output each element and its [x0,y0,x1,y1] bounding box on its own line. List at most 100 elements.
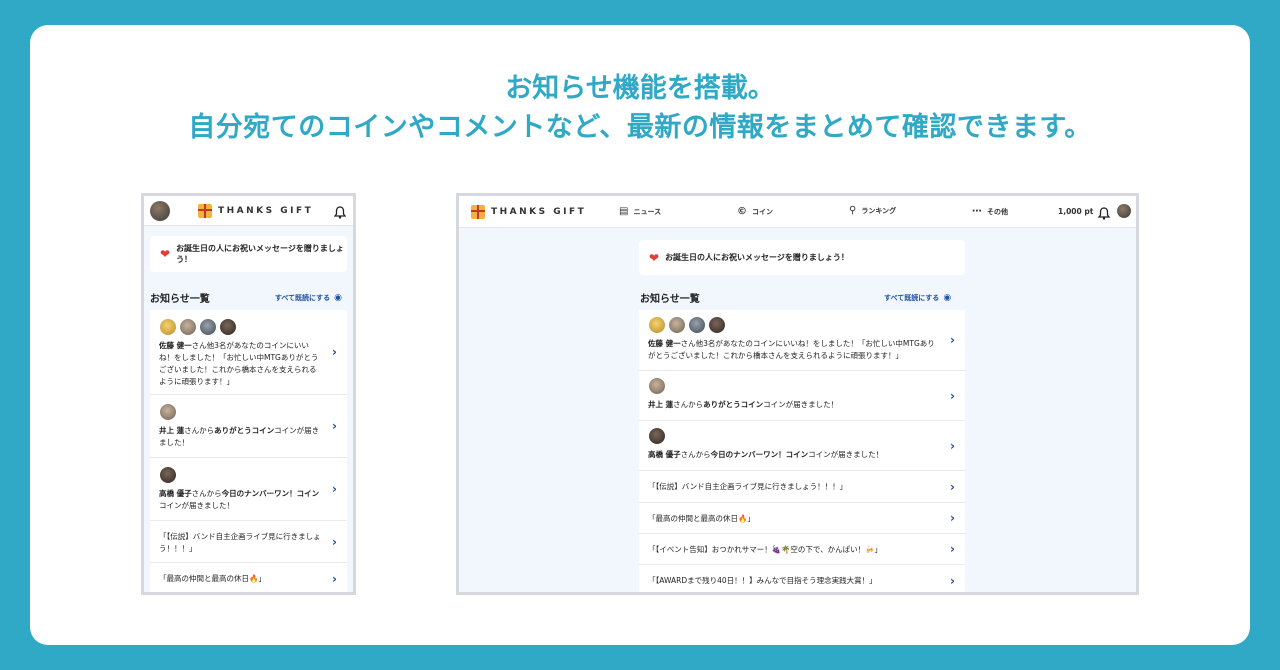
notification-text: 「最高の仲間と最高の休日🔥」 [648,514,755,523]
avatar [159,403,177,421]
chevron-right-icon: › [332,345,337,359]
avatar [219,318,237,336]
chevron-right-icon: › [332,419,337,433]
notification-list: 佐藤 健一さん他3名があなたのコインにいいね！をしました！「お忙しい中MTGあり… [639,310,965,592]
chevron-right-icon: › [950,388,955,403]
list-item[interactable]: 佐藤 健一さん他3名があなたのコインにいいね！をしました！「お忙しい中MTGあり… [150,310,347,395]
heart-icon: ❤ [160,247,171,261]
notification-text: 井上 蓮さんからありがとうコインコインが届きました！ [648,399,939,411]
avatar [179,318,197,336]
notification-text: 佐藤 健一さん他3名があなたのコインにいいね！をしました！「お忙しい中MTGあり… [159,340,321,388]
chevron-right-icon: › [332,482,337,496]
birthday-banner[interactable]: ❤ お誕生日の人にお祝いメッセージを贈りましょう！ [639,240,965,275]
list-item[interactable]: 高橋 優子さんから今日のナンバーワン！コインコインが届きました！ › [150,458,347,521]
mark-all-read-label: すべて既読にする [274,294,331,302]
chevron-right-icon: › [950,438,955,453]
notification-text: 「【AWARDまで残り40日！！】みんなで目指そう理念実践大賞！」 [648,576,877,585]
nav-ranking-label: ランキング [861,206,897,215]
bell-icon[interactable] [333,204,347,219]
avatar [708,316,726,334]
text-tail: コインが届きました！ [808,450,884,459]
avatar [648,427,666,445]
avatar [648,316,666,334]
notification-text: 高橋 優子さんから今日のナンバーワン！コインコインが届きました！ [648,449,939,461]
list-item[interactable]: 「【イベント告知】おつかれサマー！🍇🌴空の下で、かんぱい！🍻」 › [639,534,965,565]
chevron-right-icon: › [950,511,955,525]
user-avatar[interactable] [150,201,170,221]
birthday-banner[interactable]: ❤ お誕生日の人にお祝いメッセージを贈りましょう！ [150,236,347,272]
nav-news-label: ニュース [633,207,662,216]
avatar [688,316,706,334]
headline-line-1: お知らせ機能を搭載。 [505,73,775,104]
sender-name: 高橋 優子 [159,489,192,498]
sender-name: 佐藤 健一 [648,339,681,348]
points-display: 1,000 pt [1058,207,1093,216]
sender-name: 高橋 優子 [648,450,681,459]
headline: お知らせ機能を搭載。 自分宛てのコインやコメントなど、最新の情報をまとめて確認で… [30,70,1250,148]
text-mid: さんから [680,450,711,459]
liker-avatars [648,316,939,334]
coin-name: ありがとうコイン [214,426,275,435]
chevron-right-icon: › [950,479,955,494]
notification-text: 高橋 優子さんから今日のナンバーワン！コインコインが届きました！ [159,488,321,512]
avatar [159,318,177,336]
notification-body: さん他3名があなたのコインにいいね！をしました！「お忙しい中MTGありがとうござ… [648,339,935,360]
mobile-header: THANKS GIFT [144,196,353,226]
sender-name: 佐藤 健一 [159,341,192,350]
bell-icon[interactable] [1097,205,1111,220]
avatar [199,318,217,336]
mark-all-read-link[interactable]: すべて既読にする ◉ [884,293,951,303]
nav-ranking[interactable]: ⚲ ランキング [849,205,896,216]
desktop-header: THANKS GIFT ▤ ニュース © コイン ⚲ ランキング ⋯ その他 1… [459,196,1136,228]
list-item[interactable]: 「【伝説】バンド自主企画ライブ見に行きましょう！！！」 › [639,471,965,503]
nav-other[interactable]: ⋯ その他 [972,206,1008,217]
text-mid: さんから [191,489,222,498]
list-item[interactable]: 「【伝説】バンド自主企画ライブ見に行きましょう！！！」 › [150,521,347,563]
gift-icon [198,204,212,218]
sender-avatar-wrap [648,427,939,445]
sender-name: 井上 蓮 [159,426,185,435]
nav-coin[interactable]: © コイン [737,206,773,217]
brand-logo[interactable]: THANKS GIFT [471,205,586,219]
notification-text: 「【イベント告知】おつかれサマー！🍇🌴空の下で、かんぱい！🍻」 [648,545,882,554]
notification-text: 「【伝説】バンド自主企画ライブ見に行きましょう！！！」 [159,532,321,553]
brand-logo[interactable]: THANKS GIFT [198,204,313,218]
ranking-icon: ⚲ [849,205,857,216]
list-item[interactable]: 井上 蓮さんからありがとうコインコインが届きました！ › [639,371,965,421]
nav-other-label: その他 [987,207,1008,216]
avatar [159,466,177,484]
coin-icon: © [737,206,747,217]
text-mid: さんから [673,400,704,409]
newspaper-icon: ▤ [619,206,629,217]
list-item[interactable]: 高橋 優子さんから今日のナンバーワン！コインコインが届きました！ › [639,421,965,471]
avatar [668,316,686,334]
eye-icon: ◉ [943,293,952,303]
notification-text: 佐藤 健一さん他3名があなたのコインにいいね！をしました！「お忙しい中MTGあり… [648,338,939,362]
mark-all-read-link[interactable]: すべて既読にする ◉ [275,293,342,303]
list-item[interactable]: 「最高の仲間と最高の休日🔥」 › [639,503,965,534]
text-tail: コインが届きました！ [159,501,234,510]
coin-name: ありがとうコイン [703,400,764,409]
eye-icon: ◉ [334,293,342,303]
nav-news[interactable]: ▤ ニュース [619,206,661,217]
nav-coin-label: コイン [752,207,773,216]
notification-text: 井上 蓮さんからありがとうコインコインが届きました！ [159,425,321,449]
user-avatar[interactable] [1117,204,1131,218]
list-item[interactable]: 佐藤 健一さん他3名があなたのコインにいいね！をしました！「お忙しい中MTGあり… [639,310,965,371]
chevron-right-icon: › [950,333,955,347]
sender-name: 井上 蓮 [648,400,674,409]
mobile-screenshot: THANKS GIFT ❤ お誕生日の人にお祝いメッセージを贈りましょう！ お知… [141,193,356,595]
desktop-screenshot: THANKS GIFT ▤ ニュース © コイン ⚲ ランキング ⋯ その他 1… [456,193,1139,595]
points-value: 1,000 pt [1058,207,1094,216]
text-mid: さんから [184,426,215,435]
list-item[interactable]: 「最高の仲間と最高の休日🔥」 › [150,563,347,592]
notification-text: 「【伝説】バンド自主企画ライブ見に行きましょう！！！」 [648,482,848,491]
chevron-right-icon: › [950,542,955,556]
birthday-banner-text: お誕生日の人にお祝いメッセージを贈りましょう！ [665,253,849,262]
list-item[interactable]: 井上 蓮さんからありがとうコインコインが届きました！ › [150,395,347,458]
text-tail: コインが届きました！ [763,400,839,409]
list-item[interactable]: 「【AWARDまで残り40日！！】みんなで目指そう理念実践大賞！」 › [639,565,965,592]
chevron-right-icon: › [332,534,337,549]
more-icon: ⋯ [972,206,982,217]
sender-avatar-wrap [159,403,321,421]
